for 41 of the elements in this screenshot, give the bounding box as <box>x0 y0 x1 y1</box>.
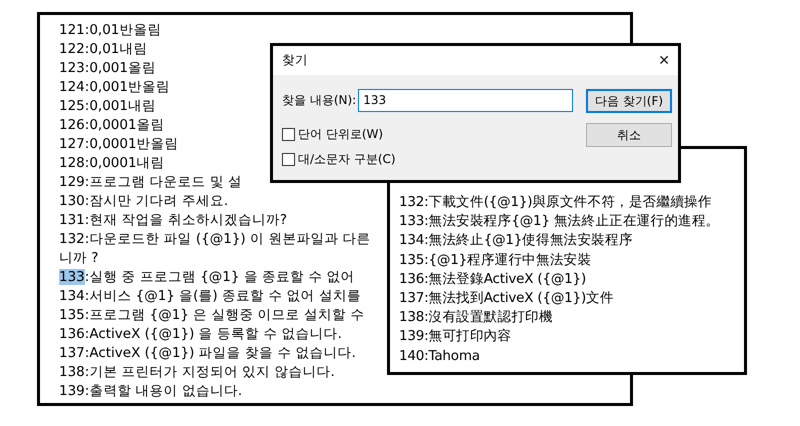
text-line: 121:0,01반올림 <box>59 21 162 40</box>
checkbox[interactable] <box>282 128 295 141</box>
text-line: 140:Tahoma <box>399 346 480 366</box>
text-line: 134:無法終止{@1}使得無法安裝程序 <box>399 231 633 250</box>
text-line: 130:잠시만 기다려 주세요. <box>59 192 228 211</box>
text-line: 122:0,01내림 <box>59 40 148 59</box>
text-line: 125:0,001내림 <box>59 97 156 116</box>
text-line: 135:{@1}程序運行中無法安裝 <box>399 250 592 270</box>
cancel-button[interactable]: 취소 <box>586 123 672 147</box>
find-label: 찾을 내용(N): <box>282 92 356 108</box>
text-line: 니까 ? <box>59 249 98 268</box>
text-line: 138:沒有設置默認打印機 <box>399 308 553 328</box>
text-line: 126:0,0001올림 <box>59 116 165 135</box>
text-line: 132:下載文件({@1})與原文件不符，是否繼續操作 <box>399 193 712 212</box>
checkbox-label: 단어 단위로(W) <box>298 126 384 143</box>
checkbox-option[interactable]: 대/소문자 구분(C) <box>282 151 574 168</box>
text-line: 136:ActiveX ({@1}) 을 등록할 수 없습니다. <box>59 325 342 344</box>
text-line: 123:0,001올림 <box>59 59 156 78</box>
text-line: 128:0,0001내림 <box>59 154 165 173</box>
text-line: 124:0,001반올림 <box>59 78 170 97</box>
text-line: 135:프로그램 {@1} 은 실행중 이므로 설치할 수 <box>59 306 364 325</box>
text-line: 133:실행 중 프로그램 {@1} 을 종료할 수 없어 <box>59 268 355 287</box>
checkbox-option[interactable]: 단어 단위로(W) <box>282 126 574 143</box>
text-line: 138:기본 프린터가 지정되어 있지 않습니다. <box>59 363 335 382</box>
find-field[interactable]: 133 <box>358 88 574 112</box>
text-line: 139:출력할 내용이 없습니다. <box>59 382 242 401</box>
find-next-button[interactable]: 다음 찾기(F) <box>586 89 672 113</box>
dialog-title: 찾기 <box>282 52 308 69</box>
checkbox[interactable] <box>282 153 295 166</box>
text-line: 136:無法登錄ActiveX ({@1}) <box>399 270 586 289</box>
text-line: 133:無法安裝程序{@1} 無法終止正在運行的進程。 <box>399 212 720 232</box>
text-line: 139:無可打印內容 <box>399 327 512 346</box>
text-line: 127:0,0001반올림 <box>59 135 179 154</box>
text-line: 134:서비스 {@1} 을(를) 종료할 수 없어 설치를 <box>59 287 361 306</box>
checkbox-label: 대/소문자 구분(C) <box>298 151 396 168</box>
text-line: 129:프로그램 다운로드 및 설 <box>59 173 242 192</box>
text-line: 131:현재 작업을 취소하시겠습니까? <box>59 211 288 230</box>
text-line: 137:ActiveX ({@1}) 파일을 찾을 수 없습니다. <box>59 344 356 363</box>
text-line: 132:다운로드한 파일 ({@1}) 이 원본파일과 다른 <box>59 230 371 249</box>
text-line: 137:無法找到ActiveX ({@1})文件 <box>399 288 614 308</box>
close-button[interactable]: ✕ <box>658 52 670 68</box>
